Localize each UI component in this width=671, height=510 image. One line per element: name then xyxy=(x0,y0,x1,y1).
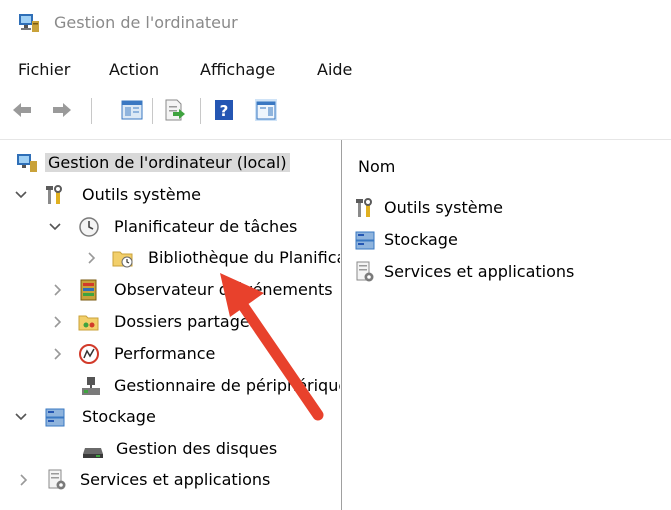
window-title: Gestion de l'ordinateur xyxy=(54,13,238,32)
chevron-right-icon[interactable] xyxy=(50,282,64,298)
event-viewer-icon xyxy=(80,279,97,301)
menu-bar: Fichier Action Affichage Aide xyxy=(0,56,671,86)
show-hide-action-pane-icon[interactable] xyxy=(254,98,278,122)
show-hide-tree-icon[interactable] xyxy=(120,98,144,122)
storage-icon xyxy=(355,231,375,250)
export-list-icon[interactable] xyxy=(162,98,186,122)
menu-aide[interactable]: Aide xyxy=(317,60,352,79)
chevron-right-icon[interactable] xyxy=(50,346,64,362)
services-applications-icon xyxy=(48,469,66,490)
system-tools-icon xyxy=(46,185,62,204)
computer-management-icon xyxy=(17,154,37,172)
console-tree: Gestion de l'ordinateur (local) Outils s… xyxy=(0,142,340,510)
menu-fichier[interactable]: Fichier xyxy=(18,60,70,79)
tree-item-label: Performance xyxy=(114,344,216,363)
title-bar: Gestion de l'ordinateur xyxy=(0,0,671,48)
list-item-storage[interactable]: Stockage xyxy=(354,226,654,256)
computer-management-icon xyxy=(19,14,39,32)
tree-item-shared-folders[interactable]: Dossiers partagés xyxy=(0,307,340,337)
tree-item-system-tools[interactable]: Outils système xyxy=(0,180,340,210)
svg-text:?: ? xyxy=(220,102,229,120)
performance-icon xyxy=(79,344,99,364)
tree-item-label: Gestion des disques xyxy=(116,439,278,458)
chevron-right-icon[interactable] xyxy=(50,314,64,330)
tree-item-disk-management[interactable]: Gestion des disques xyxy=(0,434,340,464)
chevron-right-icon[interactable] xyxy=(84,250,98,266)
tree-item-computer-management[interactable]: Gestion de l'ordinateur (local) xyxy=(0,148,340,178)
list-item-label: Stockage xyxy=(384,230,458,249)
forward-arrow-icon[interactable] xyxy=(50,98,74,122)
tree-item-services-applications[interactable]: Services et applications xyxy=(0,465,340,495)
tree-item-label: Bibliothèque du Planificateur de tâches xyxy=(148,248,340,267)
toolbar-separator xyxy=(200,98,201,124)
list-item-label: Outils système xyxy=(384,198,504,217)
column-header-name[interactable]: Nom xyxy=(358,157,395,176)
menu-action[interactable]: Action xyxy=(109,60,159,79)
services-applications-icon xyxy=(356,261,374,282)
list-item-services-applications[interactable]: Services et applications xyxy=(354,258,654,288)
scheduler-folder-icon xyxy=(112,251,133,268)
menu-affichage[interactable]: Affichage xyxy=(200,60,275,79)
tree-item-label: Gestionnaire de périphériques xyxy=(114,376,340,395)
tree-item-label: Services et applications xyxy=(80,470,271,489)
tree-item-task-scheduler[interactable]: Planificateur de tâches xyxy=(0,212,340,242)
help-icon[interactable]: ? xyxy=(212,98,236,122)
toolbar: ? xyxy=(0,92,671,128)
tree-item-label: Stockage xyxy=(82,407,156,426)
tree-item-event-viewer[interactable]: Observateur d'événements xyxy=(0,275,340,305)
tree-item-label: Planificateur de tâches xyxy=(114,217,298,236)
list-item-label: Services et applications xyxy=(384,262,575,281)
chevron-down-icon[interactable] xyxy=(14,409,28,425)
storage-icon xyxy=(45,408,65,427)
tree-item-device-manager[interactable]: Gestionnaire de périphériques xyxy=(0,371,340,401)
system-tools-icon xyxy=(356,198,372,217)
toolbar-bottom-border xyxy=(0,139,671,140)
tree-item-label: Observateur d'événements xyxy=(114,280,333,299)
tree-item-scheduler-library[interactable]: Bibliothèque du Planificateur de tâches xyxy=(0,243,340,273)
tree-item-label: Outils système xyxy=(82,185,202,204)
chevron-down-icon[interactable] xyxy=(48,219,62,235)
shared-folder-icon xyxy=(78,315,99,331)
disk-management-icon xyxy=(83,448,103,458)
tree-item-storage[interactable]: Stockage xyxy=(0,402,340,432)
chevron-down-icon[interactable] xyxy=(14,187,28,203)
chevron-right-icon[interactable] xyxy=(16,472,30,488)
toolbar-separator xyxy=(152,98,153,124)
details-list: Nom Outils système Stockage Services et … xyxy=(342,142,671,510)
back-arrow-icon[interactable] xyxy=(10,98,34,122)
list-item-system-tools[interactable]: Outils système xyxy=(354,194,654,224)
clock-icon xyxy=(79,217,99,237)
tree-item-performance[interactable]: Performance xyxy=(0,339,340,369)
tree-item-label: Dossiers partagés xyxy=(114,312,259,331)
toolbar-separator xyxy=(91,98,92,124)
device-manager-icon xyxy=(82,377,100,395)
tree-item-label: Gestion de l'ordinateur (local) xyxy=(45,153,290,172)
